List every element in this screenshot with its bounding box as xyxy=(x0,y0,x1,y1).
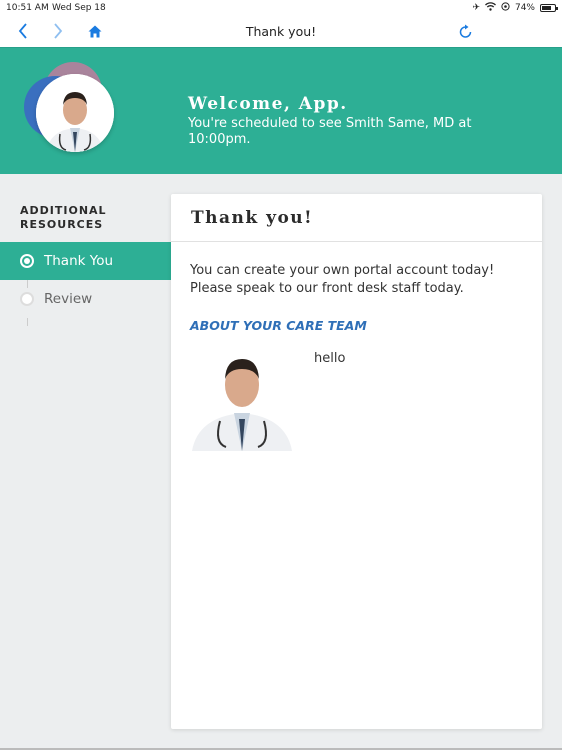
status-indicators: ✈ 74% xyxy=(472,2,558,14)
battery-percent: 74% xyxy=(514,3,535,13)
location-lock-icon xyxy=(501,2,510,14)
care-team-title: ABOUT YOUR CARE TEAM xyxy=(190,318,367,333)
wifi-icon xyxy=(485,2,496,14)
sidebar-item-thank-you[interactable]: Thank You xyxy=(0,242,171,280)
refresh-button[interactable] xyxy=(456,21,476,41)
refresh-icon xyxy=(459,24,472,38)
doctor-photo xyxy=(190,347,294,451)
sidebar-item-label: Review xyxy=(44,291,93,307)
welcome-greeting: Welcome, App. xyxy=(188,94,348,114)
sidebar-item-label: Thank You xyxy=(44,253,114,269)
welcome-header: Welcome, App. You're scheduled to see Sm… xyxy=(0,47,562,174)
page-title: Thank you! xyxy=(245,24,317,39)
airplane-icon: ✈ xyxy=(472,3,480,13)
provider-avatar xyxy=(36,74,114,152)
provider-avatar-group xyxy=(24,60,124,160)
card-header: Thank you! xyxy=(171,194,542,242)
radio-selected-icon xyxy=(20,254,34,268)
card-title: Thank you! xyxy=(191,208,314,228)
navigation-bar: Thank you! xyxy=(0,16,562,47)
radio-unselected-icon xyxy=(20,292,34,306)
sidebar: ADDITIONAL RESOURCES Thank You Review xyxy=(0,194,171,326)
status-date: Wed Sep 18 xyxy=(52,3,106,13)
sidebar-heading: ADDITIONAL RESOURCES xyxy=(20,204,107,231)
care-team-member: hello xyxy=(190,347,523,451)
card-body: You can create your own portal account t… xyxy=(171,242,542,471)
welcome-text: Welcome, App. You're scheduled to see Sm… xyxy=(188,94,488,148)
sidebar-item-review[interactable]: Review xyxy=(0,280,171,318)
content-card: Thank you! You can create your own porta… xyxy=(171,194,542,729)
care-team-member-name: hello xyxy=(314,351,346,366)
step-connector xyxy=(27,318,28,326)
appointment-info: You're scheduled to see Smith Same, MD a… xyxy=(188,116,472,147)
battery-icon xyxy=(540,4,558,12)
portal-message: You can create your own portal account t… xyxy=(190,263,495,296)
status-bar: 10:51 AM Wed Sep 18 ✈ 74% xyxy=(0,0,562,16)
status-time: 10:51 AM xyxy=(6,3,49,13)
